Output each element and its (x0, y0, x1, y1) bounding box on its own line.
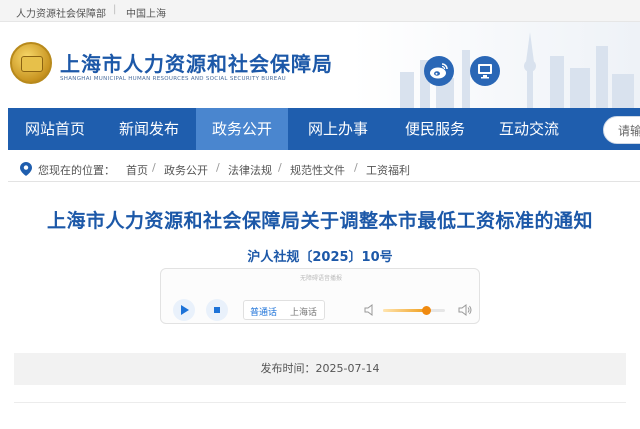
mandarin-option[interactable]: 普通话 (250, 305, 277, 318)
nav-item-news[interactable]: 新闻发布 (102, 108, 196, 150)
nav-item-interaction[interactable]: 互动交流 (482, 108, 576, 150)
nav-item-home[interactable]: 网站首页 (8, 108, 102, 150)
breadcrumb-home[interactable]: 首页 (126, 162, 148, 178)
article-title: 上海市人力资源和社会保障局关于调整本市最低工资标准的通知 (46, 210, 593, 232)
breadcrumb-wages[interactable]: 工资福利 (366, 162, 410, 178)
breadcrumb-gov-affairs[interactable]: 政务公开 (164, 162, 208, 178)
skyline-decoration (400, 32, 634, 108)
breadcrumb-separator: / (278, 161, 282, 174)
search-placeholder: 请输 (618, 124, 640, 138)
nav-item-public-service[interactable]: 便民服务 (388, 108, 482, 150)
nav-item-online-service[interactable]: 网上办事 (288, 108, 388, 150)
site-subtitle: SHANGHAI MUNICIPAL HUMAN RESOURCES AND S… (60, 76, 286, 82)
topbar-separator: | (113, 4, 117, 15)
breadcrumb-label: 您现在的位置： (38, 164, 115, 177)
logo-icon[interactable] (10, 42, 52, 84)
content-divider (14, 402, 626, 403)
volume-slider[interactable] (383, 306, 445, 315)
main-nav: 网站首页 新闻发布 政务公开 网上办事 便民服务 互动交流 (8, 108, 640, 150)
location-pin-icon (20, 162, 32, 176)
mohrss-link[interactable]: 人力资源社会保障部 (16, 5, 106, 20)
nav-item-gov-affairs[interactable]: 政务公开 (196, 108, 288, 150)
publish-info-bar: 发布时间：2025-07-14 (14, 353, 626, 385)
desktop-icon[interactable] (470, 56, 500, 86)
document-number: 沪人社规〔2025〕10号 (247, 250, 393, 265)
top-bar: 人力资源社会保障部 | 中国上海 (0, 0, 640, 22)
language-switch: 普通话 上海话 (243, 300, 325, 320)
breadcrumb-divider (8, 181, 640, 182)
site-title[interactable]: 上海市人力资源和社会保障局 (60, 48, 333, 77)
player-hint: 无障碍语音播报 (299, 275, 342, 282)
audio-player: 无障碍语音播报 普通话 上海话 (160, 268, 480, 324)
weibo-icon[interactable] (424, 56, 454, 86)
china-shanghai-link[interactable]: 中国上海 (126, 5, 166, 20)
breadcrumb-laws[interactable]: 法律法规 (228, 162, 272, 178)
play-icon[interactable] (173, 299, 195, 321)
publish-time: 发布时间：2025-07-14 (260, 362, 380, 375)
volume-low-icon[interactable] (364, 304, 374, 316)
breadcrumb-separator: / (152, 161, 156, 174)
weibo-glyph (430, 63, 448, 79)
volume-knob[interactable] (422, 306, 432, 315)
stop-icon[interactable] (206, 299, 228, 321)
shanghainese-option[interactable]: 上海话 (290, 305, 317, 318)
breadcrumb-separator: / (354, 161, 358, 174)
site-header: 上海市人力资源和社会保障局 SHANGHAI MUNICIPAL HUMAN R… (0, 22, 640, 108)
volume-fill (383, 309, 427, 312)
volume-high-icon[interactable] (458, 303, 472, 317)
desktop-glyph (478, 64, 492, 79)
breadcrumb-normative-docs[interactable]: 规范性文件 (290, 162, 345, 178)
breadcrumb-separator: / (216, 161, 220, 174)
search-input[interactable]: 请输 (603, 116, 640, 144)
